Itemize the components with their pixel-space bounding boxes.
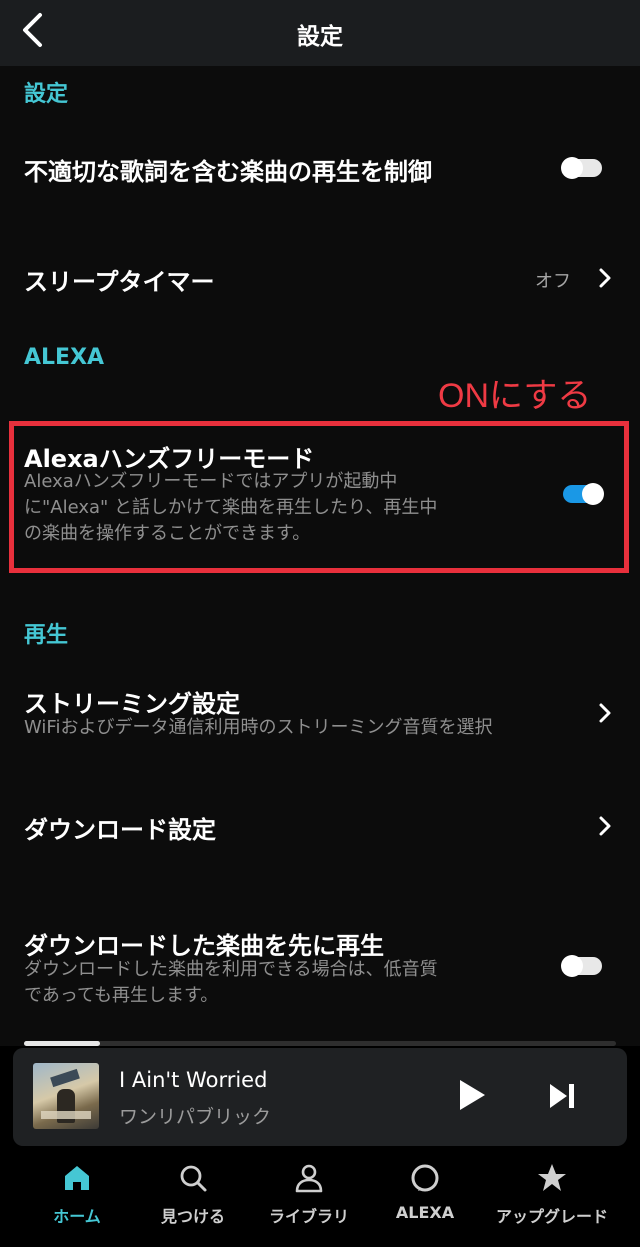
track-artist: ワンリパブリック <box>119 1106 272 1128</box>
explicit-filter-toggle[interactable] <box>561 157 602 179</box>
nav-upgrade[interactable]: アップグレード <box>482 1146 622 1247</box>
nav-home[interactable]: ホーム <box>27 1146 127 1247</box>
nav-alexa[interactable]: ALEXA <box>375 1146 475 1247</box>
track-title: I Ain't Worried <box>119 1068 268 1092</box>
download-settings-label: ダウンロード設定 <box>24 816 216 844</box>
nav-find[interactable]: 見つける <box>143 1146 243 1247</box>
play-downloaded-first-toggle[interactable] <box>561 955 602 977</box>
play-icon[interactable] <box>457 1078 487 1112</box>
streaming-settings-label: ストリーミング設定 <box>24 690 240 718</box>
progress-track <box>24 1041 616 1046</box>
progress-fill <box>24 1041 100 1046</box>
play-downloaded-first-description: ダウンロードした楽曲を利用できる場合は、低音質 であっても再生します。 <box>24 959 438 1006</box>
section-header-settings: 設定 <box>24 82 69 107</box>
person-icon <box>295 1164 323 1193</box>
alexa-ring-icon <box>411 1164 439 1192</box>
top-bar: 設定 <box>0 0 640 66</box>
sleep-timer-value: オフ <box>535 271 571 292</box>
sleep-timer-label: スリープタイマー <box>24 268 215 296</box>
search-icon <box>180 1165 207 1192</box>
chevron-right-icon[interactable] <box>598 702 612 724</box>
nav-library[interactable]: ライブラリ <box>253 1146 365 1247</box>
section-header-alexa: ALEXA <box>24 345 105 370</box>
hands-free-toggle[interactable] <box>563 483 604 505</box>
skip-next-icon[interactable] <box>548 1083 576 1109</box>
star-icon <box>538 1164 566 1191</box>
play-downloaded-first-label: ダウンロードした楽曲を先に再生 <box>24 932 384 960</box>
mini-player[interactable]: I Ain't Worried ワンリパブリック <box>13 1048 627 1146</box>
bottom-nav: ホーム 見つける ライブラリ ALEXA アップグレード <box>0 1146 640 1247</box>
explicit-filter-label: 不適切な歌詞を含む楽曲の再生を制御 <box>24 158 432 186</box>
page-title: 設定 <box>297 24 343 50</box>
album-art <box>33 1063 99 1129</box>
hands-free-description: Alexaハンズフリーモードではアプリが起動中 に"Alexa" と話しかけて楽… <box>24 471 438 544</box>
chevron-right-icon[interactable] <box>598 267 612 289</box>
section-header-playback: 再生 <box>24 623 69 648</box>
home-icon <box>65 1166 89 1190</box>
chevron-right-icon[interactable] <box>598 815 612 837</box>
streaming-settings-description: WiFiおよびデータ通信利用時のストリーミング音質を選択 <box>24 717 493 738</box>
annotation-label: ONにする <box>438 377 592 415</box>
